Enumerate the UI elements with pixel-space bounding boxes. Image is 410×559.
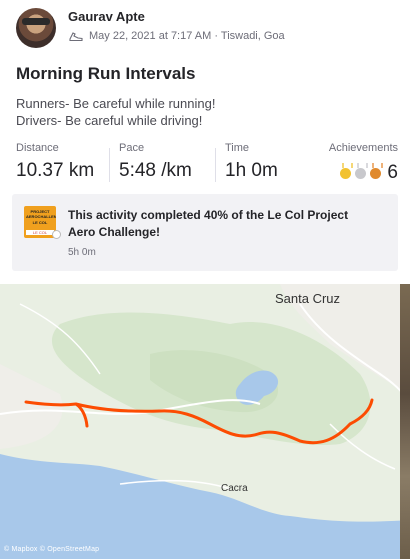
map-attribution[interactable]: © Mapbox © OpenStreetMap: [4, 546, 99, 553]
badge-title: PROJECT AEROCHALLENGE: [26, 209, 56, 219]
activity-title[interactable]: Morning Run Intervals: [16, 64, 195, 84]
stat-pace: Pace 5:48 /km: [119, 142, 192, 186]
activity-meta: May 22, 2021 at 7:17 AM · Tiswadi, Goa: [68, 30, 285, 42]
activity-description: Runners- Be careful while running! Drive…: [16, 95, 215, 129]
map-label-cacra: Cacra: [221, 483, 248, 494]
silver-medal-icon: [355, 162, 369, 179]
next-photo-thumbnail[interactable]: [400, 284, 410, 559]
stat-divider: [109, 148, 110, 182]
challenge-card[interactable]: PROJECT AEROCHALLENGE LE COL LE COL This…: [12, 194, 398, 271]
stat-achievements[interactable]: 6: [340, 162, 398, 184]
route-map[interactable]: Santa Cruz Cacra © Mapbox © OpenStreetMa…: [0, 284, 410, 559]
gold-medal-icon: [340, 162, 354, 179]
badge-brand: LE COL: [32, 220, 48, 225]
stat-distance: Distance 10.37 km: [16, 142, 94, 186]
challenge-text: This activity completed 40% of the Le Co…: [68, 208, 349, 239]
stat-achievements-label: Achievements: [328, 142, 398, 154]
activity-stats: Distance 10.37 km Pace 5:48 /km Time 1h …: [16, 142, 398, 186]
stat-pace-value: 5:48 /km: [119, 160, 192, 181]
stat-pace-label: Pace: [119, 142, 145, 154]
achievements-count: 6: [387, 162, 398, 183]
stat-time-label: Time: [225, 142, 250, 154]
stat-time: Time 1h 0m: [225, 142, 278, 186]
description-line: Runners- Be careful while running!: [16, 96, 216, 111]
description-line: Drivers- Be careful while driving!: [16, 113, 203, 128]
athlete-name[interactable]: Gaurav Apte: [68, 9, 145, 24]
completion-check-icon: [52, 230, 61, 239]
athlete-avatar[interactable]: [16, 8, 56, 48]
stat-time-value: 1h 0m: [225, 160, 278, 181]
map-label-santa-cruz: Santa Cruz: [275, 291, 341, 306]
badge-logo: LE COL: [26, 230, 54, 235]
stat-distance-label: Distance: [16, 142, 59, 154]
map-graphic: [0, 284, 410, 559]
activity-date-location: May 22, 2021 at 7:17 AM · Tiswadi, Goa: [89, 30, 285, 42]
stat-distance-value: 10.37 km: [16, 160, 95, 181]
bronze-medal-icon: [370, 162, 384, 179]
run-shoe-icon: [69, 32, 83, 42]
stat-divider: [215, 148, 216, 182]
challenge-time: 5h 0m: [68, 247, 96, 258]
activity-header: Gaurav Apte May 22, 2021 at 7:17 AM · Ti…: [16, 8, 396, 50]
